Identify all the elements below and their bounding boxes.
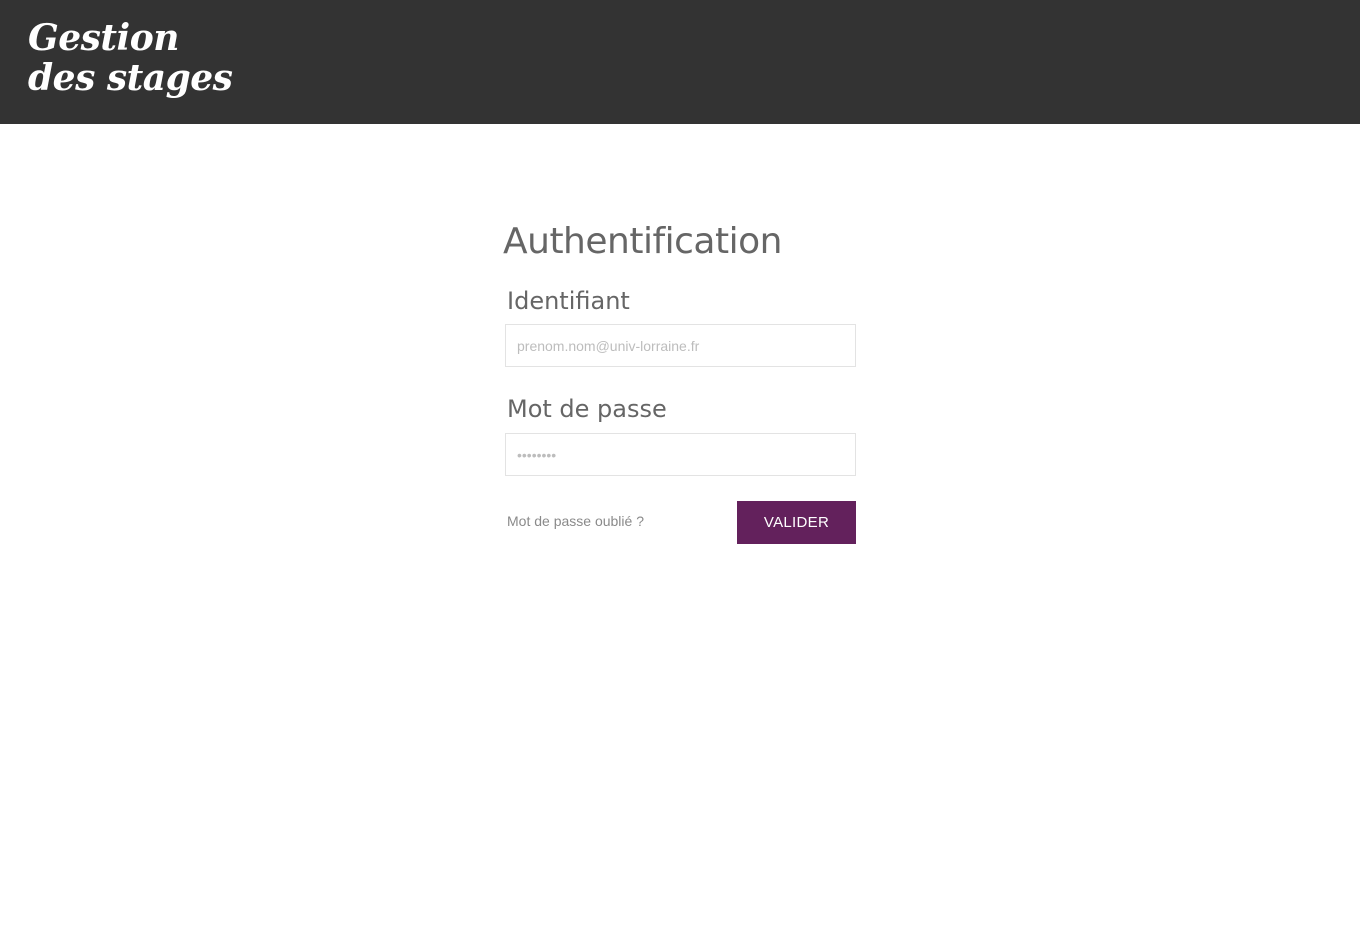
logo-line-2: des stages <box>28 57 233 99</box>
logo-line-1: Gestion <box>28 17 179 59</box>
top-bar: Gestion des stages <box>0 0 1360 124</box>
page-title: Authentification <box>503 221 782 262</box>
username-label: Identifiant <box>507 287 630 315</box>
forgot-password-link[interactable]: Mot de passe oublié ? <box>507 512 644 530</box>
username-input[interactable] <box>505 324 856 367</box>
password-label: Mot de passe <box>507 395 667 423</box>
submit-button[interactable]: VALIDER <box>737 501 856 544</box>
app-logo[interactable]: Gestion des stages <box>28 17 233 99</box>
password-input[interactable] <box>505 433 856 476</box>
login-form: Authentification Identifiant Mot de pass… <box>503 218 856 544</box>
